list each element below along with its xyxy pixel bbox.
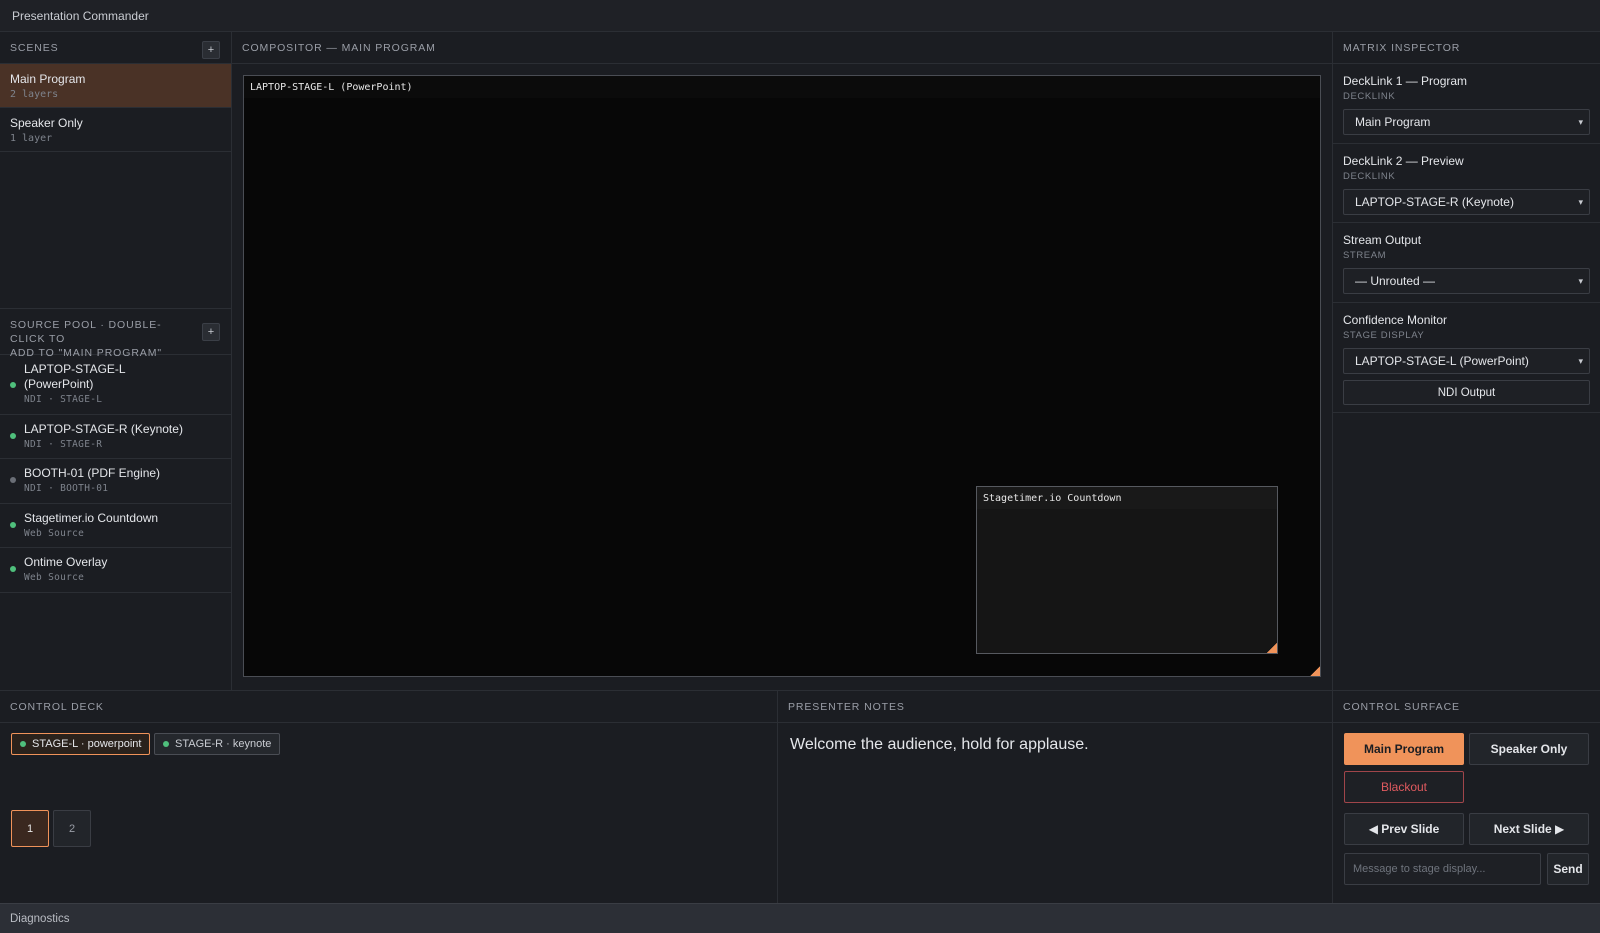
- source-meta: NDI · STAGE-L: [24, 394, 103, 405]
- source-item-laptop-stage-r[interactable]: LAPTOP-STAGE-R (Keynote) NDI · STAGE-R: [0, 415, 231, 459]
- deck-chip-stage-l[interactable]: STAGE-L · powerpoint: [11, 733, 151, 755]
- scenes-header: SCENES: [0, 32, 231, 64]
- scene-layer-count: 1 layer: [10, 133, 53, 144]
- source-item-booth-01[interactable]: BOOTH-01 (PDF Engine) NDI · BOOTH-01: [0, 459, 231, 504]
- status-dot-icon: [20, 741, 26, 747]
- add-scene-button[interactable]: +: [202, 41, 220, 59]
- status-dot-icon: [163, 741, 169, 747]
- status-dot-icon: [10, 522, 16, 528]
- source-meta: Web Source: [24, 528, 85, 539]
- diagnostics-label: Diagnostics: [10, 912, 70, 925]
- scene-name: Main Program: [10, 72, 86, 86]
- status-dot-icon: [10, 382, 16, 388]
- deck-chip-stage-r[interactable]: STAGE-R · keynote: [154, 733, 281, 755]
- base-layer-label: LAPTOP-STAGE-L (PowerPoint): [244, 76, 1320, 98]
- matrix-inspector-panel: MATRIX INSPECTOR DeckLink 1 — Program DE…: [1333, 32, 1600, 690]
- route-select[interactable]: LAPTOP-STAGE-R (Keynote) ▾: [1343, 189, 1590, 215]
- source-pool-panel: SOURCE POOL · DOUBLE-CLICK TO ADD TO "MA…: [0, 309, 231, 690]
- control-surface-header: CONTROL SURFACE: [1333, 691, 1600, 723]
- source-pool-header: SOURCE POOL · DOUBLE-CLICK TO ADD TO "MA…: [0, 309, 231, 359]
- diagnostics-bar[interactable]: Diagnostics: [0, 903, 1600, 933]
- next-slide-button[interactable]: Next Slide ▶: [1469, 813, 1589, 845]
- source-item-ontime-overlay[interactable]: Ontime Overlay Web Source: [0, 548, 231, 593]
- chevron-down-icon: ▾: [1578, 355, 1583, 366]
- output-confidence-monitor: Confidence Monitor STAGE DISPLAY LAPTOP-…: [1333, 303, 1600, 413]
- source-meta: NDI · STAGE-R: [24, 439, 103, 450]
- overlay-layer-label: Stagetimer.io Countdown: [977, 487, 1277, 509]
- status-dot-icon: [10, 433, 16, 439]
- overlay-layer[interactable]: Stagetimer.io Countdown: [976, 486, 1278, 654]
- output-decklink-1: DeckLink 1 — Program DECKLINK Main Progr…: [1333, 64, 1600, 144]
- slide-page-1[interactable]: 1: [11, 810, 49, 847]
- output-stream: Stream Output STREAM — Unrouted — ▾: [1333, 223, 1600, 303]
- presenter-notes-text: Welcome the audience, hold for applause.: [790, 736, 1089, 753]
- status-dot-icon: [10, 477, 16, 483]
- control-deck-panel: CONTROL DECK: [0, 691, 777, 903]
- chevron-down-icon: ▾: [1578, 196, 1583, 207]
- scene-item-main-program[interactable]: Main Program 2 layers: [0, 64, 231, 108]
- matrix-header: MATRIX INSPECTOR: [1333, 32, 1600, 64]
- output-decklink-2: DeckLink 2 — Preview DECKLINK LAPTOP-STA…: [1333, 144, 1600, 223]
- scene-name: Speaker Only: [10, 116, 83, 130]
- app-titlebar: Presentation Commander: [0, 0, 1600, 32]
- chevron-down-icon: ▾: [1578, 275, 1583, 286]
- source-item-stagetimer[interactable]: Stagetimer.io Countdown Web Source: [0, 504, 231, 548]
- slide-page-2[interactable]: 2: [53, 810, 91, 847]
- source-meta: NDI · BOOTH-01: [24, 483, 109, 494]
- presenter-notes-header: PRESENTER NOTES: [778, 691, 1332, 723]
- prev-slide-button[interactable]: ◀ Prev Slide: [1344, 813, 1464, 845]
- scenes-panel: SCENES + Main Program 2 layers Speaker O…: [0, 32, 231, 308]
- main-program-button[interactable]: Main Program: [1344, 733, 1464, 765]
- compositor-header: COMPOSITOR — MAIN PROGRAM: [232, 32, 1332, 64]
- resize-handle-icon[interactable]: [1310, 666, 1320, 676]
- source-meta: Web Source: [24, 572, 85, 583]
- ndi-output-button[interactable]: NDI Output: [1343, 380, 1590, 405]
- resize-handle-icon[interactable]: [1267, 643, 1277, 653]
- scene-layer-count: 2 layers: [10, 89, 59, 100]
- route-select[interactable]: Main Program ▾: [1343, 109, 1590, 135]
- source-item-laptop-stage-l[interactable]: LAPTOP-STAGE-L (PowerPoint) NDI · STAGE-…: [0, 355, 231, 415]
- chevron-down-icon: ▾: [1578, 116, 1583, 127]
- route-select[interactable]: — Unrouted — ▾: [1343, 268, 1590, 294]
- status-dot-icon: [10, 566, 16, 572]
- stage-message-input[interactable]: [1344, 853, 1541, 885]
- speaker-only-button[interactable]: Speaker Only: [1469, 733, 1589, 765]
- add-source-button[interactable]: +: [202, 323, 220, 341]
- presenter-notes-panel: PRESENTER NOTES Welcome the audience, ho…: [778, 691, 1332, 903]
- scene-item-speaker-only[interactable]: Speaker Only 1 layer: [0, 108, 231, 152]
- compositor-canvas[interactable]: LAPTOP-STAGE-L (PowerPoint) Stagetimer.i…: [243, 75, 1321, 677]
- blackout-button[interactable]: Blackout: [1344, 771, 1464, 803]
- app-title: Presentation Commander: [12, 8, 149, 23]
- control-deck-header: CONTROL DECK: [0, 691, 777, 723]
- route-select[interactable]: LAPTOP-STAGE-L (PowerPoint) ▾: [1343, 348, 1590, 374]
- send-message-button[interactable]: Send: [1547, 853, 1589, 885]
